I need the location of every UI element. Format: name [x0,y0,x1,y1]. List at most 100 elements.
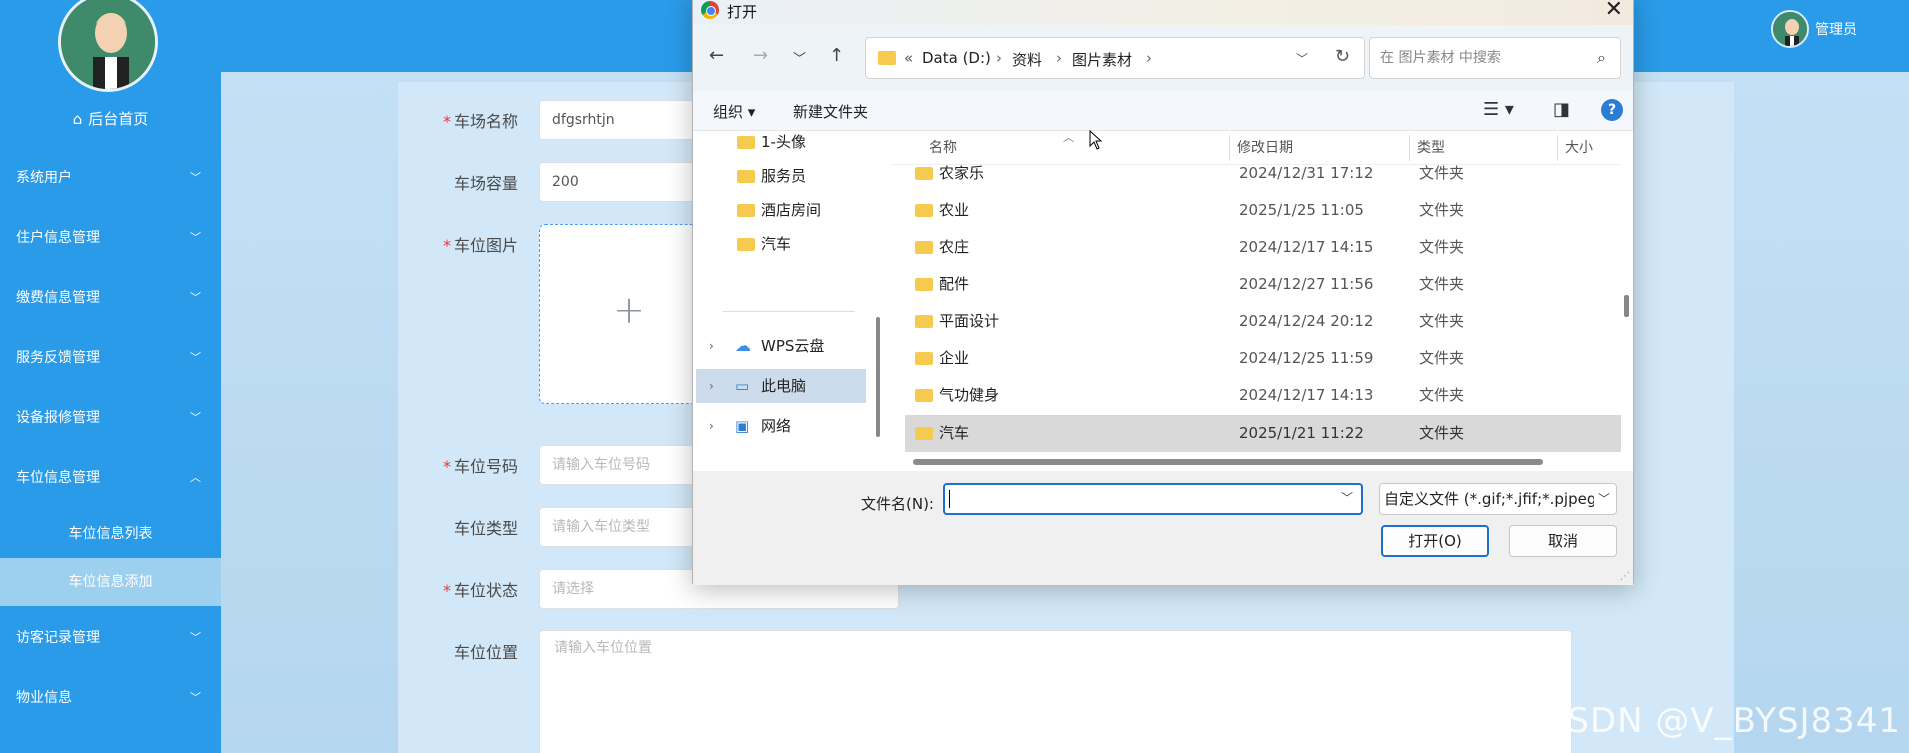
folder-icon [737,170,755,183]
sidebar-item-label: 缴费信息管理 [16,290,100,306]
sidebar-home-link[interactable]: ⌂ 后台首页 [0,108,221,129]
file-row[interactable]: 气功健身 2024/12/17 14:13 文件夹 [909,377,1621,414]
dialog-title: 打开 [727,3,758,21]
tree-item-this-pc[interactable]: › ▭ 此电脑 [696,369,866,403]
folder-icon [915,278,933,291]
sidebar-subitem-parking-add[interactable]: 车位信息添加 [0,558,221,606]
close-icon[interactable]: ✕ [1605,0,1623,22]
file-list-scrollbar[interactable] [1624,295,1629,317]
sidebar-item-residents[interactable]: 住户信息管理 ﹀ [0,215,221,261]
mouse-cursor-icon [1089,130,1103,150]
chevron-up-icon: ︿ [190,471,201,484]
sidebar-subitem-label: 车位信息添加 [68,574,153,590]
chevron-right-icon[interactable]: › [709,369,714,403]
file-row-selected[interactable]: 汽车 2025/1/21 11:22 文件夹 [905,415,1621,452]
arrow-right-icon[interactable]: → [753,45,768,66]
folder-icon [737,238,755,251]
file-list: 名称 ︿ 修改日期 类型 大小 农家乐 2024/12/31 17:12 文件夹 农… [891,131,1621,471]
chevron-right-icon[interactable]: › [709,329,714,363]
file-row[interactable]: 企业 2024/12/25 11:59 文件夹 [909,340,1621,377]
chevron-down-icon: ﹀ [1593,484,1610,514]
computer-icon: ▭ [735,377,750,395]
sidebar-item-label: 车位信息管理 [16,470,100,486]
sidebar-item-payments[interactable]: 缴费信息管理 ﹀ [0,275,221,321]
file-type-select[interactable]: 自定义文件 (*.gif;*.jfif;*.pjpeg; ﹀ [1379,483,1617,515]
organize-button[interactable]: 组织 ▾ [713,101,755,122]
field-label-space-image: * 车位图片 [442,236,518,255]
network-icon: ▣ [735,417,750,435]
filename-label: 文件名(N): [861,495,934,513]
space-location-textarea[interactable]: 请输入车位位置 [539,630,1572,753]
chrome-icon [701,1,719,19]
tree-item-folder[interactable]: 酒店房间 [693,193,869,227]
breadcrumb-item[interactable]: Data (D:) [922,49,991,67]
file-row[interactable]: 农家乐 2024/12/31 17:12 文件夹 [909,155,1621,192]
view-options-icon[interactable]: ☰ ▾ [1483,99,1514,120]
refresh-icon[interactable]: ↻ [1335,46,1350,67]
breadcrumb-item[interactable]: 图片素材 [1072,49,1132,70]
user-menu[interactable]: 管理员 [1771,10,1857,48]
horizontal-scrollbar[interactable] [913,459,1543,465]
file-row[interactable]: 平面设计 2024/12/24 20:12 文件夹 [909,303,1621,340]
chevron-right-icon[interactable]: › [709,409,714,443]
chevron-down-icon: ﹀ [190,411,201,424]
help-icon[interactable]: ? [1601,99,1623,121]
breadcrumb-separator: › [1146,49,1152,67]
open-button[interactable]: 打开(O) [1381,525,1489,557]
breadcrumb-overflow[interactable]: « [904,49,913,67]
chevron-down-icon[interactable]: ﹀ [793,48,806,67]
tree-item-folder[interactable]: 1-头像 [693,125,869,159]
new-folder-button[interactable]: 新建文件夹 [793,101,868,122]
avatar [58,0,158,92]
address-bar[interactable]: « Data (D:) › 资料 › 图片素材 › ﹀ ↻ [865,37,1365,79]
search-input[interactable]: 在 图片素材 中搜索 ⌕ [1369,37,1621,79]
folder-icon [915,204,933,217]
sidebar: ⌂ 后台首页 系统用户 ﹀ 住户信息管理 ﹀ 缴费信息管理 ﹀ 服务反馈管理 ﹀ 设备报修… [0,0,221,753]
search-icon: ⌕ [1597,48,1606,67]
nav-pane-scrollbar[interactable] [876,317,880,437]
filename-input[interactable]: ﹀ [943,483,1363,515]
sidebar-item-label: 访客记录管理 [16,630,100,646]
tree-item-folder[interactable]: 服务员 [693,159,869,193]
sidebar-subitem-label: 车位信息列表 [68,526,153,542]
folder-icon [737,136,755,149]
file-open-dialog: 打开 ✕ ← → ﹀ ↑ « Data (D:) › 资料 › 图片素材 › ﹀… [692,0,1634,585]
sort-asc-icon: ︿ [1063,131,1074,144]
file-row[interactable]: 配件 2024/12/27 11:56 文件夹 [909,266,1621,303]
file-row[interactable]: 农业 2025/1/25 11:05 文件夹 [909,192,1621,229]
chevron-down-icon: ﹀ [190,231,201,244]
sidebar-item-parking[interactable]: 车位信息管理 ︿ [0,455,221,501]
sidebar-item-label: 服务反馈管理 [16,350,100,366]
tree-item-folder[interactable]: 汽车 [693,227,869,261]
breadcrumb-item[interactable]: 资料 [1012,49,1042,70]
file-row[interactable]: 农庄 2024/12/17 14:15 文件夹 [909,229,1621,266]
sidebar-item-visitors[interactable]: 访客记录管理 ﹀ [0,615,221,661]
chevron-down-icon: ﹀ [190,351,201,364]
preview-pane-icon[interactable]: ◨ [1553,99,1570,120]
sidebar-item-system-users[interactable]: 系统用户 ﹀ [0,155,221,201]
sidebar-item-label: 设备报修管理 [16,410,100,426]
sidebar-item-repairs[interactable]: 设备报修管理 ﹀ [0,395,221,441]
chevron-down-icon: ﹀ [190,691,201,704]
breadcrumb-separator: › [996,49,1002,67]
sidebar-subitem-parking-list[interactable]: 车位信息列表 [0,510,221,558]
tree-item-wps-cloud[interactable]: › ☁ WPS云盘 [693,329,869,363]
field-label-lot-name: * 车场名称 [442,112,518,131]
search-placeholder: 在 图片素材 中搜索 [1380,50,1501,66]
cancel-button[interactable]: 取消 [1509,525,1617,557]
home-icon: ⌂ [72,110,83,128]
navigation-pane: 1-头像 服务员 酒店房间 汽车 › ☁ WPS云盘 › ▭ 此电脑 › ▣ 网络 [693,131,869,471]
folder-icon [915,352,933,365]
breadcrumb-separator: › [1056,49,1062,67]
arrow-left-icon[interactable]: ← [709,45,724,66]
chevron-down-icon[interactable]: ﹀ [1296,50,1308,67]
arrow-up-icon[interactable]: ↑ [829,45,844,66]
sidebar-item-property[interactable]: 物业信息 ﹀ [0,675,221,721]
sidebar-item-label: 住户信息管理 [16,230,100,246]
tree-item-network[interactable]: › ▣ 网络 [693,409,869,443]
field-label-space-location: 车位位置 [453,643,518,662]
resize-grip-icon[interactable]: ⋰ [1620,571,1630,582]
sidebar-item-feedback[interactable]: 服务反馈管理 ﹀ [0,335,221,381]
chevron-down-icon[interactable]: ﹀ [1341,489,1353,506]
folder-icon [915,389,933,402]
